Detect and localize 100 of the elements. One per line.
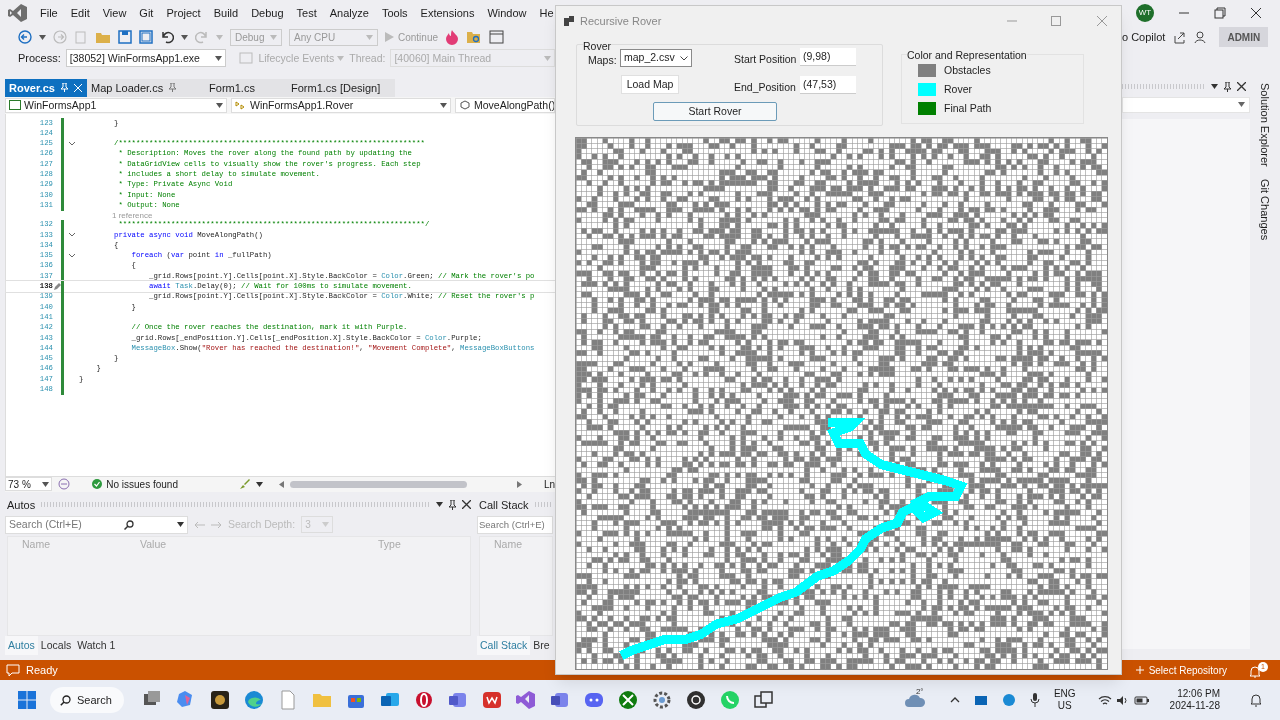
menu-item[interactable]: File: [40, 5, 58, 22]
collapse-icon[interactable]: [68, 141, 75, 146]
restore-icon[interactable]: [1214, 7, 1226, 20]
legend-label: Obstacles: [944, 63, 991, 78]
scroll-right-icon[interactable]: [516, 480, 522, 488]
menu-item[interactable]: Edit: [70, 5, 90, 22]
account-avatar[interactable]: WT: [1136, 4, 1154, 23]
folder-search-icon[interactable]: [466, 30, 483, 45]
collapse-icon[interactable]: [68, 233, 75, 237]
flame-icon[interactable]: [445, 29, 460, 45]
wifi-icon[interactable]: [1097, 694, 1112, 706]
end-position-field[interactable]: (47,53): [800, 76, 856, 94]
menu-item[interactable]: Window: [487, 5, 527, 22]
ring-icon[interactable]: [414, 690, 434, 710]
panel-tab[interactable]: Bre: [530, 635, 553, 655]
navigation-dropdown[interactable]: MoveAlongPath(): [455, 97, 555, 113]
chevron-up-icon[interactable]: [949, 697, 960, 703]
caret-icon: [1238, 102, 1245, 108]
menu-item[interactable]: Debug: [251, 5, 284, 22]
search-field[interactable]: Search (Ctrl+E): [477, 515, 553, 534]
clock-time[interactable]: 12:06 PM: [1177, 688, 1220, 700]
start-icon[interactable]: [18, 691, 36, 709]
collapse-icon[interactable]: [68, 253, 75, 258]
menu-item[interactable]: He: [539, 5, 554, 22]
search-field[interactable]: Search (Ctrl+E): [5, 515, 188, 534]
class-icon: [235, 100, 247, 111]
game-icon[interactable]: [618, 690, 638, 710]
navigation-dropdown[interactable]: WinFormsApp1.Rover: [231, 97, 451, 113]
copilot-icon[interactable]: [58, 478, 71, 491]
dropdown-icon[interactable]: [436, 502, 443, 508]
dropdown-icon[interactable]: [1211, 84, 1218, 90]
zoom-dropdown[interactable]: 73 %: [5, 477, 53, 492]
clock-date[interactable]: 2024-11-28: [1169, 700, 1220, 712]
chat-icon[interactable]: [584, 690, 604, 710]
taskbar-search[interactable]: Search: [50, 687, 124, 713]
issues-status[interactable]: No issues found: [92, 476, 178, 492]
scroll-left-icon[interactable]: [279, 480, 284, 488]
panel-tab[interactable]: Call Stack: [477, 635, 531, 655]
save-all-icon[interactable]: [139, 30, 153, 45]
menu-item[interactable]: Project: [166, 5, 201, 22]
copilot-label[interactable]: o Copilot: [1122, 29, 1166, 46]
brush-icon[interactable]: [238, 478, 250, 491]
menu-item[interactable]: Git: [139, 5, 154, 22]
method-icon: [459, 100, 471, 111]
panel-tab[interactable]: Watch 1: [74, 635, 119, 655]
navigation-dropdown[interactable]: WinFormsApp1: [5, 97, 227, 113]
search-field[interactable]: [1122, 96, 1250, 113]
team-icon[interactable]: [448, 690, 468, 710]
app-icon[interactable]: [210, 690, 230, 710]
menu-item[interactable]: Tools: [381, 5, 408, 22]
close-icon[interactable]: [462, 500, 471, 510]
pin-icon[interactable]: [449, 499, 456, 510]
save-icon[interactable]: [118, 30, 132, 45]
side-tab[interactable]: Git Changes: [1256, 178, 1274, 240]
record-icon[interactable]: [686, 690, 706, 710]
forward-arrow-icon: [211, 520, 222, 529]
undo-icon[interactable]: [160, 30, 174, 45]
bell-icon[interactable]: [1250, 693, 1262, 707]
ide-logo-icon[interactable]: [8, 4, 27, 23]
load-map-button[interactable]: Load Map: [621, 75, 679, 94]
file-tab[interactable]: Map Loader.cs: [87, 78, 177, 97]
window-icon[interactable]: [754, 690, 774, 710]
visual-studio-icon[interactable]: [516, 690, 536, 710]
panel-title: Autos: [7, 497, 36, 513]
person-icon[interactable]: [1194, 30, 1208, 44]
horizontal-scrollbar[interactable]: [290, 480, 467, 488]
start-rover-button[interactable]: Start Rover: [653, 102, 777, 121]
back-icon[interactable]: [18, 30, 32, 45]
file-tab[interactable]: Form1.cs: [177, 78, 287, 97]
language-text[interactable]: ENG: [1053, 688, 1076, 700]
close-icon[interactable]: [1237, 82, 1246, 92]
volume-icon[interactable]: [1115, 694, 1130, 706]
cloud-icon: [903, 692, 926, 708]
menu-item[interactable]: Test: [296, 5, 317, 22]
admin-badge[interactable]: ADMIN: [1219, 27, 1269, 48]
menu-item[interactable]: Extensions: [420, 5, 475, 22]
share-icon[interactable]: [1173, 30, 1187, 44]
region-text[interactable]: US: [1057, 700, 1072, 712]
microphone-icon[interactable]: [1029, 693, 1040, 707]
gear-icon[interactable]: [652, 690, 672, 710]
menu-item[interactable]: Build: [213, 5, 239, 22]
feedback-icon[interactable]: [6, 663, 20, 677]
panel-tab[interactable]: Autos: [5, 635, 38, 655]
close-icon[interactable]: [1250, 7, 1262, 20]
menu-item[interactable]: View: [102, 5, 127, 22]
map-dropdown[interactable]: map_2.csv: [620, 49, 692, 67]
battery-icon[interactable]: [1133, 695, 1150, 705]
process-dropdown[interactable]: [38052] WinFormsApp1.exe: [65, 49, 227, 68]
caret-icon: [270, 34, 277, 40]
side-tab[interactable]: Solution Explorer: [1256, 82, 1274, 167]
team-icon[interactable]: [550, 690, 570, 710]
start-position-field[interactable]: (9,98): [800, 48, 856, 66]
map-grid[interactable]: [575, 137, 1108, 670]
menu-item[interactable]: Analyze: [329, 5, 369, 22]
pin-icon[interactable]: [1224, 81, 1231, 92]
select-repository-button[interactable]: Select Repository: [1134, 662, 1227, 678]
window-layout-icon[interactable]: [489, 30, 505, 45]
panel-tab[interactable]: Locals: [37, 635, 75, 655]
mail-icon[interactable]: [973, 694, 988, 706]
search-icon: [60, 694, 71, 706]
